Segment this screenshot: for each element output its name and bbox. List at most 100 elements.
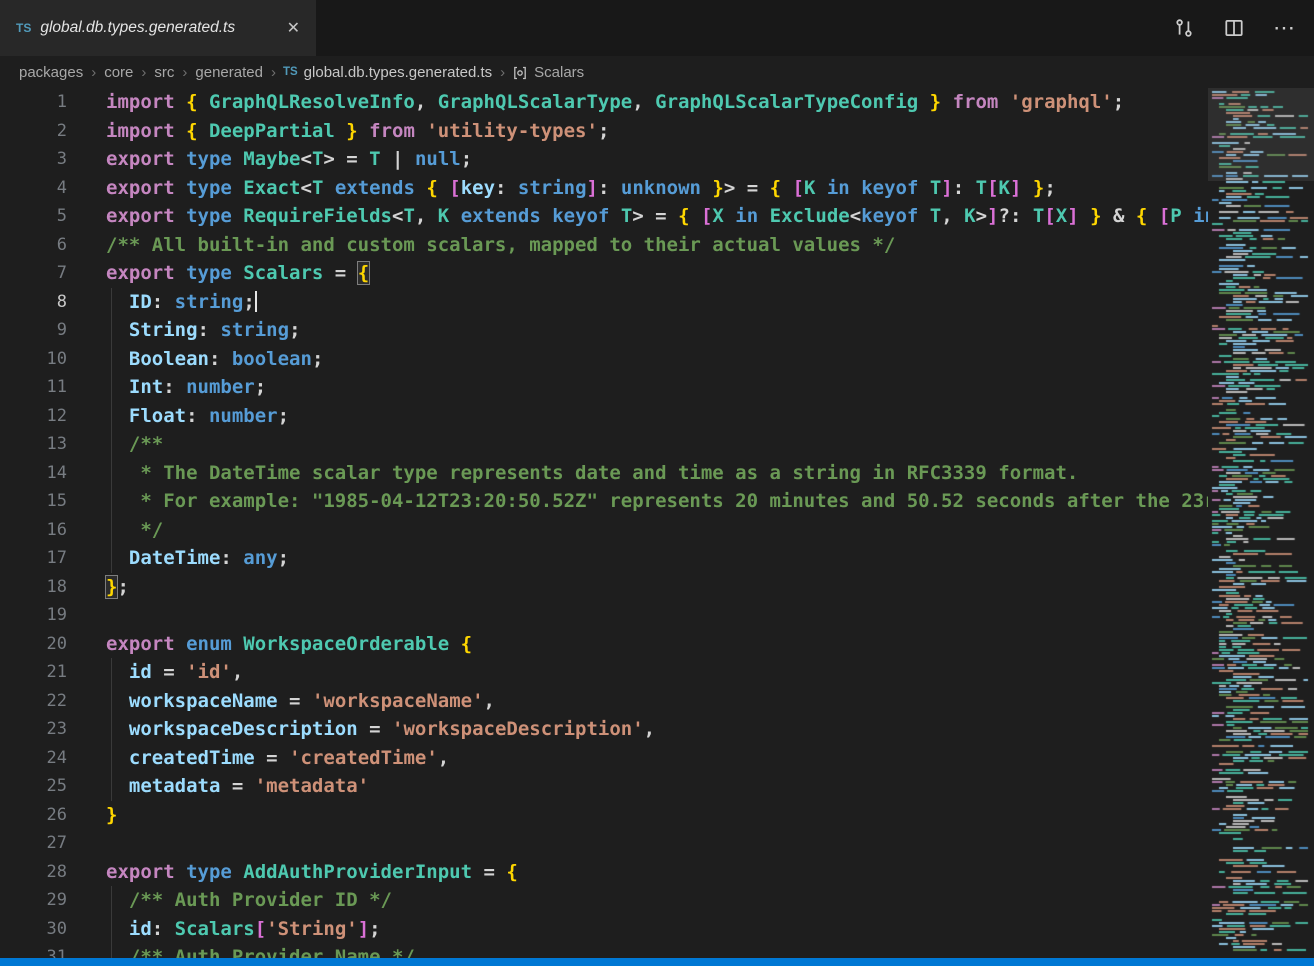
breadcrumb-item-src[interactable]: src xyxy=(153,64,175,81)
split-editor-icon[interactable] xyxy=(1222,16,1246,40)
code-text: export type Scalars = { xyxy=(88,259,1208,288)
indent-guide xyxy=(111,658,112,687)
code-text: * The DateTime scalar type represents da… xyxy=(88,459,1208,488)
line-number: 15 xyxy=(0,487,88,516)
code-text: */ xyxy=(88,516,1208,545)
code-text: DateTime: any; xyxy=(88,544,1208,573)
code-text: /** All built-in and custom scalars, map… xyxy=(88,231,1208,260)
minimap-slider[interactable] xyxy=(1208,88,1314,181)
code-line[interactable]: 16 */ xyxy=(0,516,1208,545)
code-line[interactable]: 19 xyxy=(0,601,1208,630)
breadcrumb-item-packages[interactable]: packages xyxy=(18,64,84,81)
indent-guide xyxy=(111,772,112,801)
typescript-file-icon: TS xyxy=(283,66,298,78)
symbol-type-icon xyxy=(512,65,528,81)
code-line[interactable]: 1import { GraphQLResolveInfo, GraphQLSca… xyxy=(0,88,1208,117)
code-line[interactable]: 14 * The DateTime scalar type represents… xyxy=(0,459,1208,488)
code-line[interactable]: 17 DateTime: any; xyxy=(0,544,1208,573)
code-text: ID: string; xyxy=(88,288,1208,317)
code-line[interactable]: 21 id = 'id', xyxy=(0,658,1208,687)
line-number: 11 xyxy=(0,373,88,402)
code-text: export type AddAuthProviderInput = { xyxy=(88,858,1208,887)
code-line[interactable]: 22 workspaceName = 'workspaceName', xyxy=(0,687,1208,716)
line-number: 29 xyxy=(0,886,88,915)
line-number: 12 xyxy=(0,402,88,431)
code-line[interactable]: 10 Boolean: boolean; xyxy=(0,345,1208,374)
line-number: 25 xyxy=(0,772,88,801)
code-line[interactable]: 9 String: string; xyxy=(0,316,1208,345)
more-actions-icon[interactable]: ⋯ xyxy=(1272,16,1296,40)
breadcrumb-item-core[interactable]: core xyxy=(103,64,134,81)
code-text: export type RequireFields<T, K extends k… xyxy=(88,202,1208,231)
compare-changes-icon[interactable] xyxy=(1172,16,1196,40)
code-text: workspaceDescription = 'workspaceDescrip… xyxy=(88,715,1208,744)
breadcrumb-item-file[interactable]: global.db.types.generated.ts xyxy=(303,64,493,81)
code-line[interactable]: 8 ID: string; xyxy=(0,288,1208,317)
line-number: 28 xyxy=(0,858,88,887)
code-text: export enum WorkspaceOrderable { xyxy=(88,630,1208,659)
code-line[interactable]: 3export type Maybe<T> = T | null; xyxy=(0,145,1208,174)
line-number: 3 xyxy=(0,145,88,174)
code-line[interactable]: 23 workspaceDescription = 'workspaceDesc… xyxy=(0,715,1208,744)
line-number: 31 xyxy=(0,943,88,958)
code-line[interactable]: 28export type AddAuthProviderInput = { xyxy=(0,858,1208,887)
code-line[interactable]: 29 /** Auth Provider ID */ xyxy=(0,886,1208,915)
code-text: /** Auth Provider Name */ xyxy=(88,943,1208,958)
indent-guide xyxy=(111,715,112,744)
code-line[interactable]: 25 metadata = 'metadata' xyxy=(0,772,1208,801)
code-line[interactable]: 30 id: Scalars['String']; xyxy=(0,915,1208,944)
code-line[interactable]: 5export type RequireFields<T, K extends … xyxy=(0,202,1208,231)
close-tab-icon[interactable]: ✕ xyxy=(283,16,304,40)
code-line[interactable]: 27 xyxy=(0,829,1208,858)
editor-actions: ⋯ xyxy=(1172,0,1314,56)
indent-guide xyxy=(111,459,112,488)
indent-guide xyxy=(111,516,112,545)
code-line[interactable]: 4export type Exact<T extends { [key: str… xyxy=(0,174,1208,203)
status-bar[interactable] xyxy=(0,958,1314,966)
code-text xyxy=(88,601,1208,630)
code-text: Boolean: boolean; xyxy=(88,345,1208,374)
code-line[interactable]: 7export type Scalars = { xyxy=(0,259,1208,288)
tab-global-db-types[interactable]: TS global.db.types.generated.ts ✕ xyxy=(0,0,316,56)
indent-guide xyxy=(111,886,112,915)
indent-guide xyxy=(111,345,112,374)
code-text: import { DeepPartial } from 'utility-typ… xyxy=(88,117,1208,146)
minimap[interactable] xyxy=(1208,88,1314,958)
breadcrumb: packages›core›src›generated›TSglobal.db.… xyxy=(0,56,1314,88)
code-line[interactable]: 20export enum WorkspaceOrderable { xyxy=(0,630,1208,659)
breadcrumb-separator: › xyxy=(141,64,146,81)
code-text: * For example: "1985-04-12T23:20:50.52Z"… xyxy=(88,487,1208,516)
code-line[interactable]: 12 Float: number; xyxy=(0,402,1208,431)
tab-bar: TS global.db.types.generated.ts ✕ ⋯ xyxy=(0,0,1314,56)
code-text xyxy=(88,829,1208,858)
code-text: } xyxy=(88,801,1208,830)
indent-guide xyxy=(111,288,112,317)
tab-title: global.db.types.generated.ts xyxy=(40,19,273,37)
code-line[interactable]: 26} xyxy=(0,801,1208,830)
code-text: /** Auth Provider ID */ xyxy=(88,886,1208,915)
minimap-canvas xyxy=(1208,88,1314,958)
code-line[interactable]: 31 /** Auth Provider Name */ xyxy=(0,943,1208,958)
code-line[interactable]: 2import { DeepPartial } from 'utility-ty… xyxy=(0,117,1208,146)
typescript-file-icon: TS xyxy=(16,21,31,35)
text-cursor xyxy=(255,291,257,312)
breadcrumb-item-symbol[interactable]: Scalars xyxy=(533,64,585,81)
code-line[interactable]: 24 createdTime = 'createdTime', xyxy=(0,744,1208,773)
code-line[interactable]: 15 * For example: "1985-04-12T23:20:50.5… xyxy=(0,487,1208,516)
line-number: 24 xyxy=(0,744,88,773)
code-text: }; xyxy=(88,573,1208,602)
code-text: createdTime = 'createdTime', xyxy=(88,744,1208,773)
code-text: String: string; xyxy=(88,316,1208,345)
line-number: 14 xyxy=(0,459,88,488)
line-number: 18 xyxy=(0,573,88,602)
breadcrumb-separator: › xyxy=(500,64,505,81)
code-line[interactable]: 13 /** xyxy=(0,430,1208,459)
line-number: 4 xyxy=(0,174,88,203)
breadcrumb-item-generated[interactable]: generated xyxy=(194,64,264,81)
code-line[interactable]: 6/** All built-in and custom scalars, ma… xyxy=(0,231,1208,260)
code-lines[interactable]: 1import { GraphQLResolveInfo, GraphQLSca… xyxy=(0,88,1208,958)
breadcrumb-separator: › xyxy=(271,64,276,81)
code-line[interactable]: 11 Int: number; xyxy=(0,373,1208,402)
code-line[interactable]: 18}; xyxy=(0,573,1208,602)
code-text: workspaceName = 'workspaceName', xyxy=(88,687,1208,716)
